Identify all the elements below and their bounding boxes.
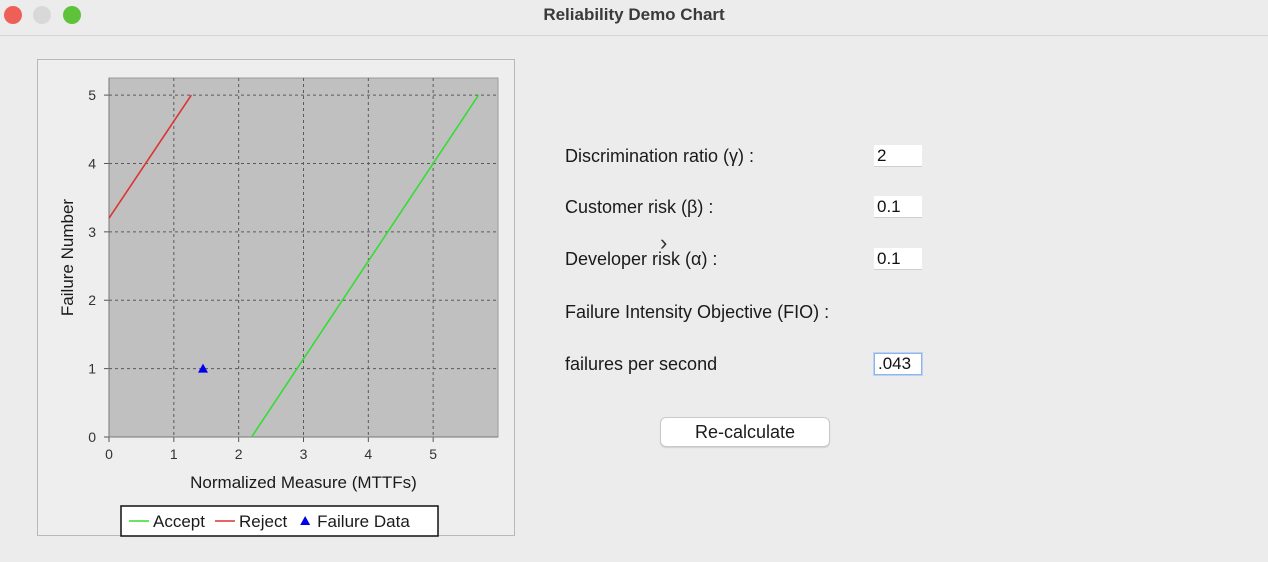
developer-risk-label: Developer risk (α) : <box>565 249 718 269</box>
reliability-chart: 0 1 2 3 4 5 0 1 2 3 4 5 Normalized Measure (MTTFs) Fa… <box>58 77 499 537</box>
failures-per-second-input[interactable] <box>874 353 922 375</box>
fio-label: Failure Intensity Objective (FIO) : <box>565 302 830 322</box>
legend-accept-label: Accept <box>153 512 205 531</box>
y-tick-label: 5 <box>88 87 96 103</box>
failures-per-second-label: failures per second <box>565 354 718 374</box>
y-tick-label: 2 <box>88 292 96 308</box>
x-axis-label: Normalized Measure (MTTFs) <box>190 473 417 492</box>
x-tick-label: 1 <box>170 446 178 462</box>
y-tick-label: 3 <box>88 224 96 240</box>
recalculate-button[interactable]: Re-calculate <box>660 417 830 447</box>
app-window: Reliability Demo Chart 0 1 2 3 4 5 0 1 2 3 4 5 Norma… <box>0 0 1268 562</box>
developer-risk-input[interactable] <box>874 248 922 270</box>
x-tick-label: 5 <box>429 446 437 462</box>
y-tick-label: 0 <box>88 429 96 445</box>
title-bar: Reliability Demo Chart <box>0 0 1268 36</box>
legend-reject-label: Reject <box>239 512 287 531</box>
mouse-pointer-icon: › <box>660 230 668 255</box>
x-tick-label: 2 <box>235 446 243 462</box>
y-tick-label: 1 <box>88 361 96 377</box>
y-tick-label: 4 <box>88 155 96 171</box>
legend-failure-data-label: Failure Data <box>317 512 410 531</box>
chart-panel: 0 1 2 3 4 5 0 1 2 3 4 5 Normalized Measure (MTTFs) Fa… <box>37 59 515 537</box>
discrimination-ratio-label: Discrimination ratio (γ) : <box>565 146 755 166</box>
window-title: Reliability Demo Chart <box>543 5 725 24</box>
x-tick-label: 4 <box>364 446 372 462</box>
y-axis-label: Failure Number <box>58 199 77 316</box>
x-tick-label: 0 <box>105 446 113 462</box>
x-tick-label: 3 <box>300 446 308 462</box>
customer-risk-input[interactable] <box>874 196 922 218</box>
customer-risk-label: Customer risk (β) : <box>565 197 714 217</box>
discrimination-ratio-input[interactable] <box>874 145 922 167</box>
